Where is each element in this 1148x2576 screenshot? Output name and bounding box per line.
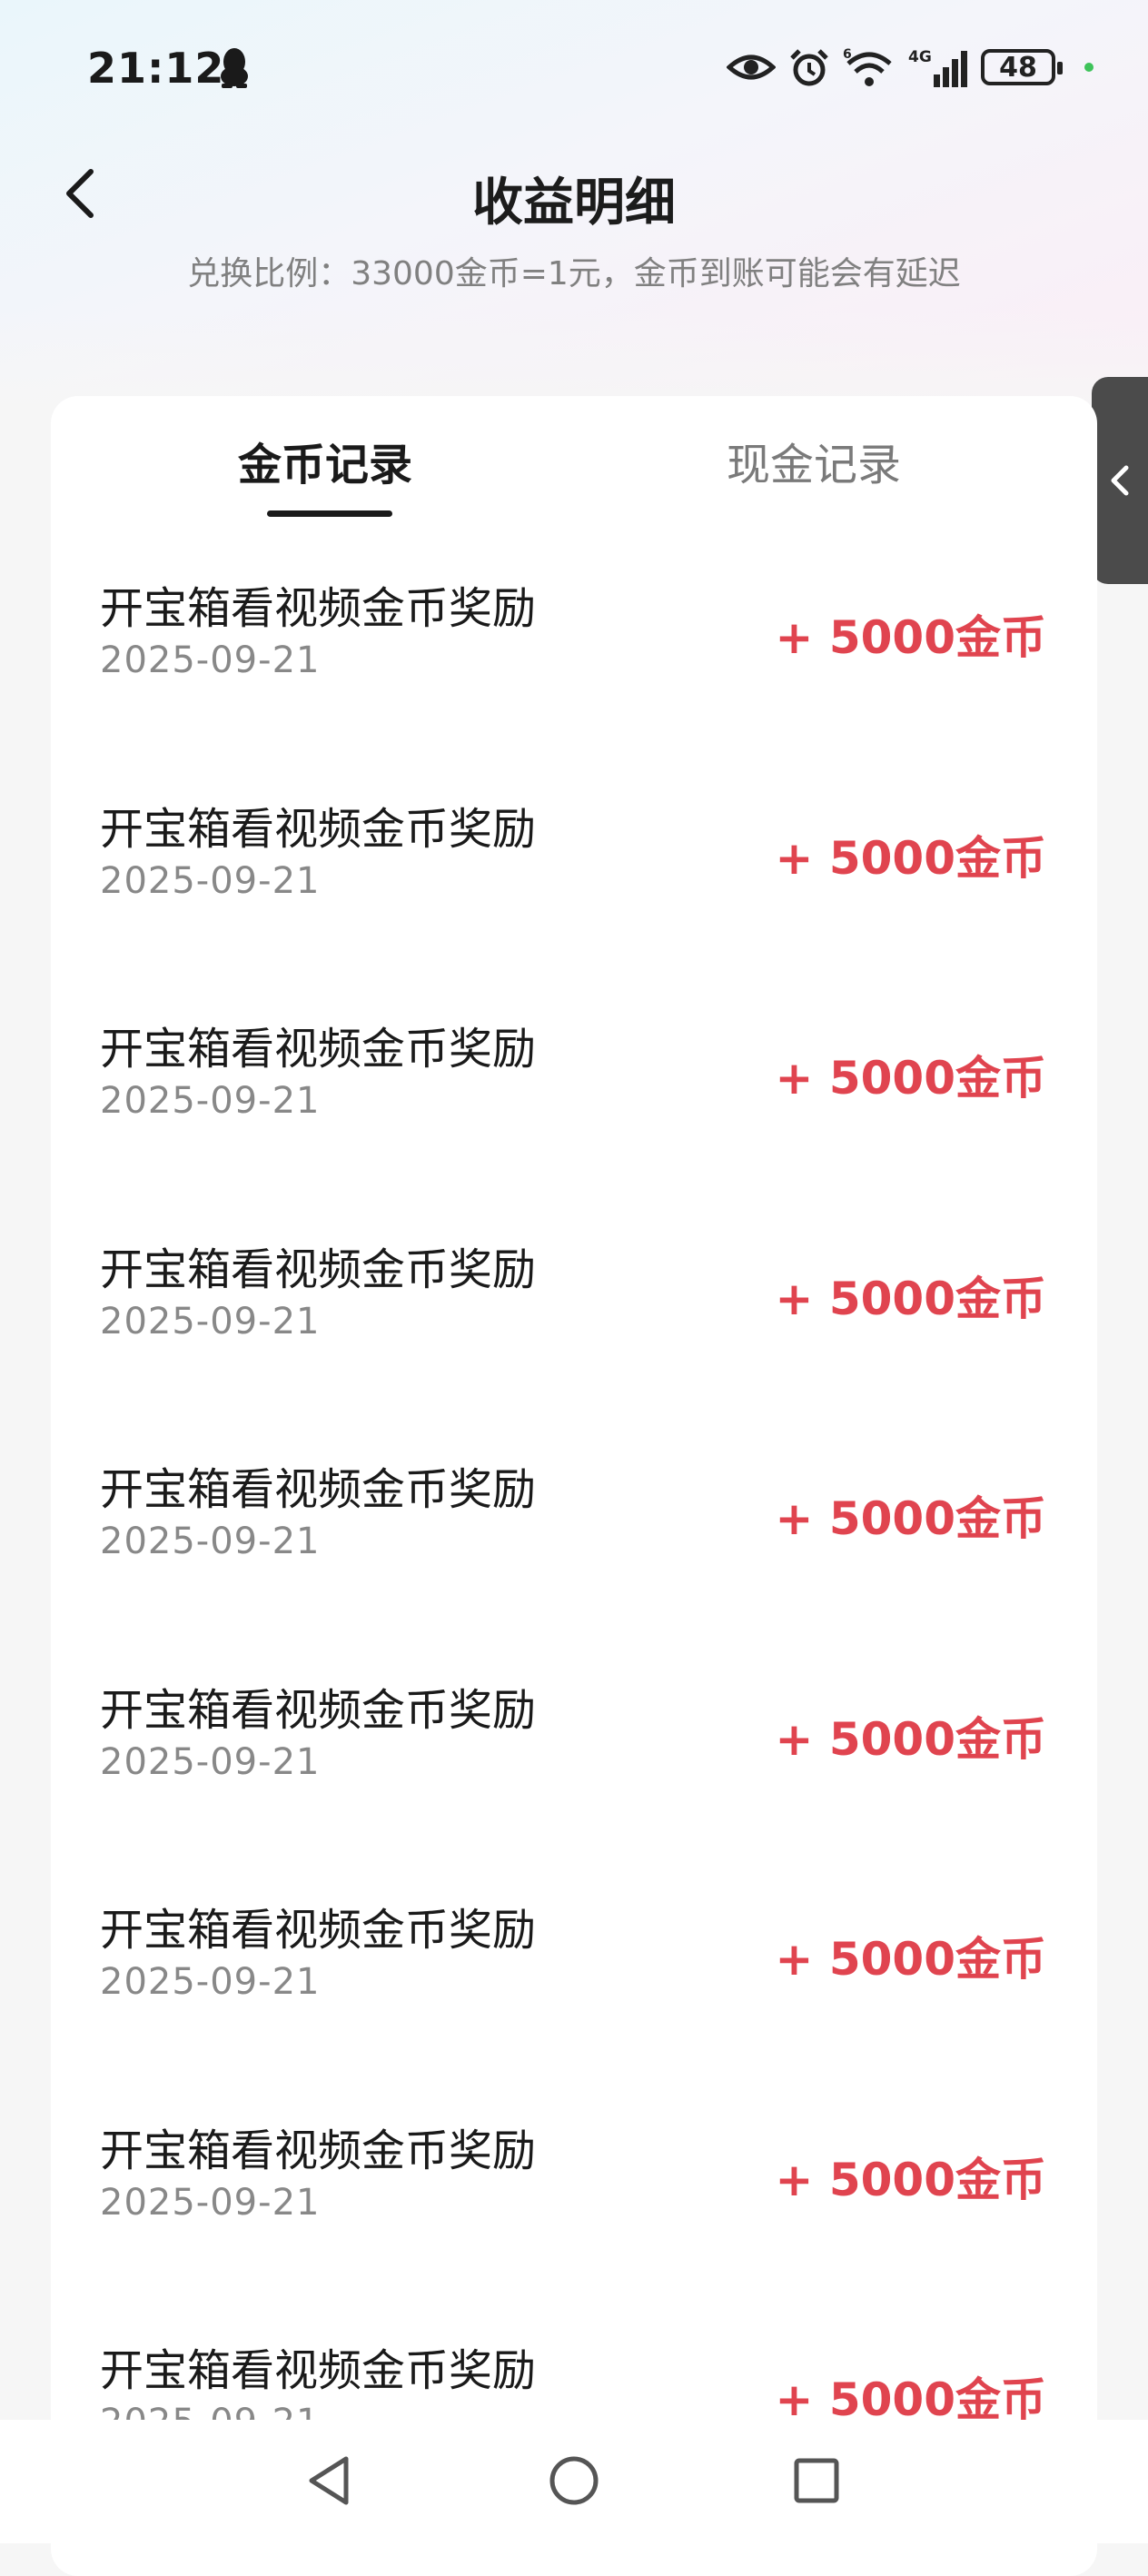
tab-cash-records[interactable]: 现金记录 [727,429,901,492]
record-list[interactable]: 开宝箱看视频金币奖励 2025-09-21 + 5000金币 开宝箱看视频金币奖… [51,552,1097,2535]
record-date: 2025-09-21 [100,1961,321,2003]
nav-recents-button[interactable] [785,2449,848,2512]
eye-icon [726,47,777,87]
qq-penguin-icon [216,45,252,89]
record-date: 2025-09-21 [100,859,321,902]
record-title: 开宝箱看视频金币奖励 [100,1024,537,1075]
record-amount: + 5000金币 [775,1052,1046,1105]
list-item: 开宝箱看视频金币奖励 2025-09-21 + 5000金币 [51,1654,1097,1875]
list-item: 开宝箱看视频金币奖励 2025-09-21 + 5000金币 [51,1433,1097,1654]
record-title: 开宝箱看视频金币奖励 [100,2125,537,2176]
record-date: 2025-09-21 [100,2181,321,2224]
record-amount: + 5000金币 [775,1933,1046,1986]
home-circle-icon [549,2456,599,2505]
svg-text:6: 6 [843,47,852,62]
record-date: 2025-09-21 [100,1521,321,1562]
list-item: 开宝箱看视频金币奖励 2025-09-21 + 5000金币 [51,773,1097,994]
battery-indicator: 48 [981,49,1063,85]
record-title: 开宝箱看视频金币奖励 [100,803,537,855]
record-title: 开宝箱看视频金币奖励 [100,2345,537,2396]
system-navigation-bar [0,2420,1148,2543]
status-icons: 6 4G 48 [726,47,1094,87]
record-amount: + 5000金币 [775,2153,1046,2206]
wifi-icon: 6 [843,47,896,87]
list-item: 开宝箱看视频金币奖励 2025-09-21 + 5000金币 [51,1214,1097,1434]
page-title: 收益明细 [472,173,676,233]
back-triangle-icon [309,2456,349,2505]
battery-level: 48 [999,51,1037,84]
side-panel-handle[interactable] [1092,377,1148,584]
chevron-left-icon [1111,465,1129,496]
records-card: 金币记录 现金记录 开宝箱看视频金币奖励 2025-09-21 + 5000金币… [51,396,1097,2576]
record-date: 2025-09-21 [100,1740,321,1783]
record-date: 2025-09-21 [100,1300,321,1342]
active-tab-indicator [267,510,392,517]
record-title: 开宝箱看视频金币奖励 [100,583,537,634]
record-title: 开宝箱看视频金币奖励 [100,1464,537,1515]
record-tabs: 金币记录 现金记录 [51,396,1097,552]
list-item: 开宝箱看视频金币奖励 2025-09-21 + 5000金币 [51,2095,1097,2315]
alarm-clock-icon [788,47,830,87]
svg-text:4G: 4G [908,48,932,66]
record-date: 2025-09-21 [100,639,321,681]
recents-square-icon [794,2458,839,2503]
record-amount: + 5000金币 [775,1492,1046,1545]
record-amount: + 5000金币 [775,1272,1046,1325]
status-time: 21:12 [87,44,225,93]
status-bar: 21:12 6 4G 48 [0,0,1148,145]
tab-coin-records[interactable]: 金币记录 [238,429,412,492]
record-date: 2025-09-21 [100,1080,321,1122]
record-title: 开宝箱看视频金币奖励 [100,1905,537,1956]
record-title: 开宝箱看视频金币奖励 [100,1243,537,1295]
list-item: 开宝箱看视频金币奖励 2025-09-21 + 5000金币 [51,993,1097,1214]
privacy-indicator-dot [1084,63,1094,72]
record-title: 开宝箱看视频金币奖励 [100,1684,537,1736]
nav-back-button[interactable] [298,2449,361,2512]
list-item: 开宝箱看视频金币奖励 2025-09-21 + 5000金币 [51,552,1097,773]
list-item: 开宝箱看视频金币奖励 2025-09-21 + 5000金币 [51,1874,1097,2095]
record-amount: + 5000金币 [775,611,1046,664]
cellular-signal-icon: 4G [908,47,968,87]
record-amount: + 5000金币 [775,831,1046,885]
record-amount: + 5000金币 [775,1712,1046,1766]
nav-home-button[interactable] [542,2449,606,2512]
exchange-rate-note: 兑换比例：33000金币=1元，金币到账可能会有延迟 [187,255,961,292]
